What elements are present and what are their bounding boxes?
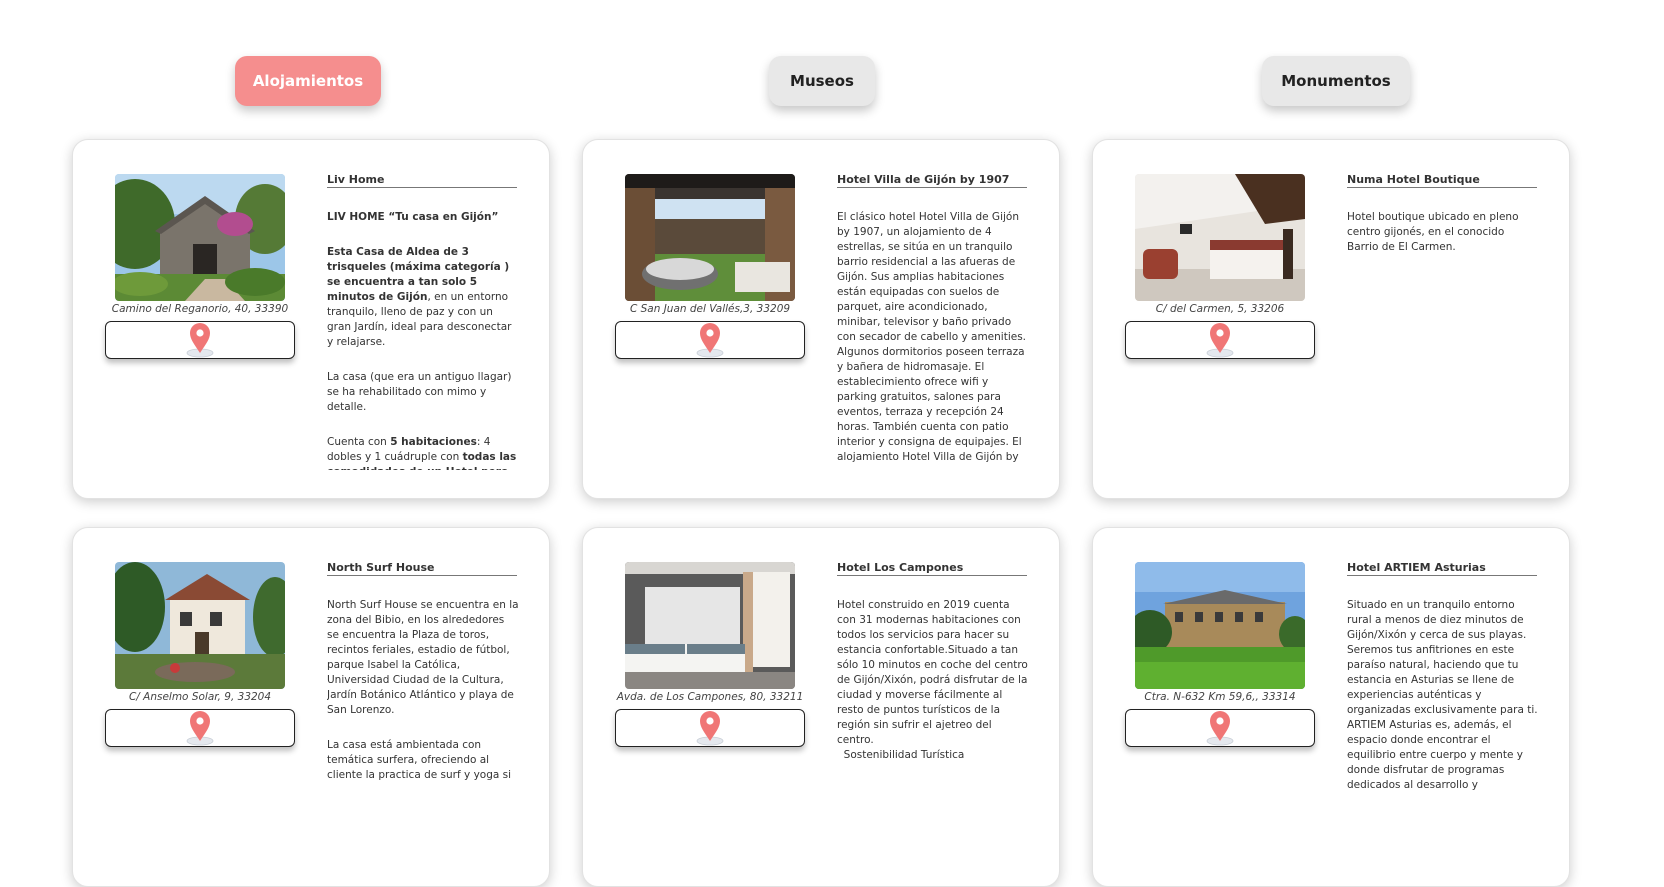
address-text: Ctra. N-632 Km 59,6,, 33314 xyxy=(1144,691,1296,703)
map-pin-icon xyxy=(696,323,724,358)
twin-room-photo xyxy=(625,562,795,689)
map-pin-icon xyxy=(696,711,724,746)
stone-cottage-photo xyxy=(115,174,285,301)
map-location-button[interactable] xyxy=(105,709,295,747)
accommodation-card: C/ Anselmo Solar, 9, 33204 North Surf Ho… xyxy=(72,527,550,887)
terrace-jacuzzi-photo xyxy=(625,174,795,301)
accommodation-card: Ctra. N-632 Km 59,6,, 33314 Hotel ARTIEM… xyxy=(1092,527,1570,887)
map-pin-icon xyxy=(1206,323,1234,358)
accommodation-description: North Surf House se encuentra en la zona… xyxy=(327,599,519,781)
map-location-button[interactable] xyxy=(615,709,805,747)
address-text: Camino del Reganorio, 40, 33390 xyxy=(111,303,289,315)
map-pin-icon xyxy=(186,711,214,746)
accommodation-name: Numa Hotel Boutique xyxy=(1347,173,1537,188)
accommodation-description: Hotel construido en 2019 cuenta con 31 m… xyxy=(837,599,1028,761)
accommodation-card: Camino del Reganorio, 40, 33390 Liv Home… xyxy=(72,139,550,499)
hotel-bedroom-photo xyxy=(1135,174,1305,301)
tab-alojamientos[interactable]: Alojamientos xyxy=(235,56,381,106)
address-text: C/ del Carmen, 5, 33206 xyxy=(1155,303,1285,315)
accommodation-name: Liv Home xyxy=(327,173,517,188)
accommodation-card: C/ del Carmen, 5, 33206 Numa Hotel Bouti… xyxy=(1092,139,1570,499)
country-hotel-photo xyxy=(1135,562,1305,689)
accommodation-name: Hotel Villa de Gijón by 1907 xyxy=(837,173,1027,188)
accommodation-description: El clásico hotel Hotel Villa de Gijón by… xyxy=(837,211,1027,463)
map-location-button[interactable] xyxy=(1125,321,1315,359)
accommodation-name: Hotel ARTIEM Asturias xyxy=(1347,561,1537,576)
accommodation-description: LIV HOME “Tu casa en Gijón” Esta Casa de… xyxy=(327,211,517,470)
tab-museos[interactable]: Museos xyxy=(769,56,875,106)
accommodation-card: C San Juan del Vallés,3, 33209 Hotel Vil… xyxy=(582,139,1060,499)
accommodation-description: Situado en un tranquilo entorno rural a … xyxy=(1347,599,1538,791)
map-pin-icon xyxy=(186,323,214,358)
map-pin-icon xyxy=(1206,711,1234,746)
accommodation-description: Hotel boutique ubicado en pleno centro g… xyxy=(1347,211,1519,253)
address-text: Avda. de Los Campones, 80, 33211 xyxy=(616,691,804,703)
map-location-button[interactable] xyxy=(105,321,295,359)
tab-monumentos[interactable]: Monumentos xyxy=(1262,56,1410,106)
address-text: C San Juan del Vallés,3, 33209 xyxy=(629,303,791,315)
map-location-button[interactable] xyxy=(615,321,805,359)
address-text: C/ Anselmo Solar, 9, 33204 xyxy=(128,691,272,703)
map-location-button[interactable] xyxy=(1125,709,1315,747)
accommodation-name: North Surf House xyxy=(327,561,517,576)
surf-house-photo xyxy=(115,562,285,689)
accommodation-card: Avda. de Los Campones, 80, 33211 Hotel L… xyxy=(582,527,1060,887)
accommodation-name: Hotel Los Campones xyxy=(837,561,1027,576)
